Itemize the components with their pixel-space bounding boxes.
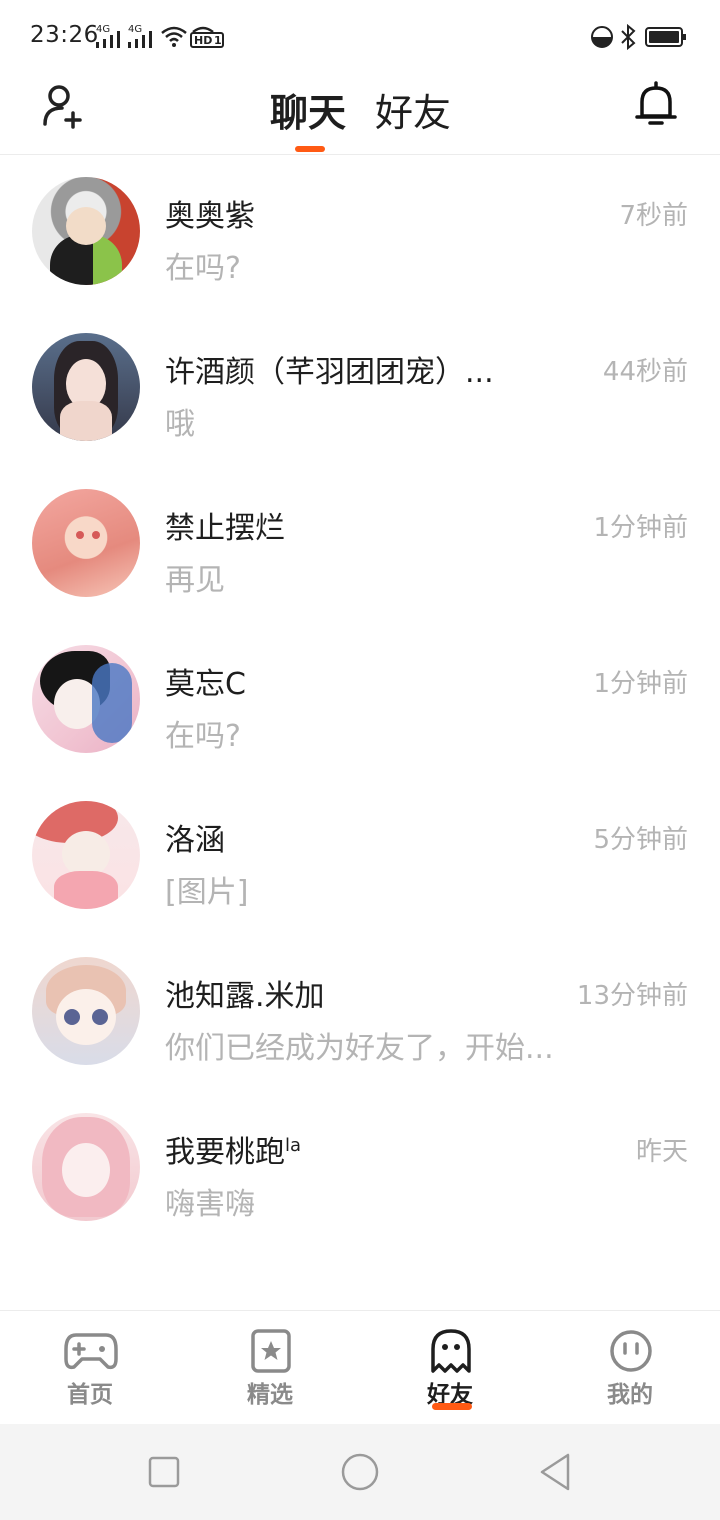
chat-preview: 嗨害嗨	[165, 1187, 255, 1222]
chat-name: 禁止摆烂	[165, 503, 285, 547]
chat-item[interactable]: 池知露.米加 你们已经成为好友了，开始... 13分钟前	[0, 935, 720, 1091]
chat-name-text: 洛涵	[165, 823, 225, 858]
status-bar: 23:26 4G 4G HD 1	[0, 0, 720, 72]
chat-name: 奥奥紫	[165, 191, 255, 235]
chat-time: 5分钟前	[593, 825, 688, 855]
nav-item-me[interactable]: 我的	[540, 1311, 720, 1424]
ghost-icon	[424, 1329, 478, 1373]
status-right	[590, 23, 690, 51]
avatar[interactable]	[32, 645, 140, 753]
chat-item[interactable]: 我要桃跑la 嗨害嗨 昨天	[0, 1091, 720, 1247]
home-circle-icon[interactable]	[338, 1452, 382, 1492]
wifi-icon	[160, 24, 188, 48]
battery-icon	[645, 27, 686, 47]
face-icon	[604, 1329, 658, 1373]
chat-preview: 再见	[165, 563, 225, 598]
chat-time: 1分钟前	[593, 513, 688, 543]
bottom-nav: 首页 精选 好友 我的	[0, 1310, 720, 1424]
chat-name-text: 禁止摆烂	[165, 511, 285, 546]
chat-preview: 你们已经成为好友了，开始...	[165, 1031, 554, 1066]
chat-item[interactable]: 许酒颜（芊羽团团宠）... 哦 44秒前	[0, 311, 720, 467]
back-triangle-icon[interactable]	[534, 1452, 578, 1492]
chat-time: 1分钟前	[593, 669, 688, 699]
data-saver-icon	[591, 26, 613, 48]
active-tab-indicator	[295, 146, 325, 152]
avatar[interactable]	[32, 333, 140, 441]
chat-name: 我要桃跑la	[165, 1127, 301, 1171]
chat-name-text: 奥奥紫	[165, 199, 255, 234]
nav-item-friends[interactable]: 好友	[360, 1311, 540, 1424]
chat-name: 许酒颜（芊羽团团宠）...	[165, 347, 494, 391]
gamepad-icon	[64, 1329, 118, 1373]
hd-icon: HD 1	[190, 24, 224, 48]
chat-name-text: 莫忘C	[165, 667, 246, 702]
hd-label: HD	[194, 34, 213, 47]
recent-apps-icon[interactable]	[142, 1452, 186, 1492]
active-nav-indicator	[432, 1403, 472, 1410]
star-badge-icon	[244, 1329, 298, 1373]
hd-sub: 1	[214, 34, 222, 47]
tab-friends[interactable]: 好友	[375, 82, 451, 137]
nav-item-home[interactable]: 首页	[0, 1311, 180, 1424]
avatar[interactable]	[32, 177, 140, 285]
chat-item[interactable]: 洛涵 [图片] 5分钟前	[0, 779, 720, 935]
chat-name: 池知露.米加	[165, 971, 325, 1015]
nav-item-featured[interactable]: 精选	[180, 1311, 360, 1424]
chat-name-text: 池知露.米加	[165, 979, 325, 1014]
nav-label-me: 我的	[607, 1382, 653, 1408]
chat-time: 13分钟前	[576, 981, 688, 1011]
chat-name-sup: la	[285, 1135, 302, 1156]
chat-name-text: 我要桃跑	[165, 1135, 285, 1170]
avatar[interactable]	[32, 489, 140, 597]
chat-time: 44秒前	[602, 357, 688, 387]
chat-item[interactable]: 莫忘C 在吗? 1分钟前	[0, 623, 720, 779]
nav-label-home: 首页	[67, 1382, 113, 1408]
bell-icon[interactable]	[632, 80, 680, 130]
chat-name: 洛涵	[165, 815, 225, 859]
system-nav-bar	[0, 1424, 720, 1520]
chat-list: 奥奥紫 在吗? 7秒前 许酒颜（芊羽团团宠）... 哦 44秒前 禁止摆烂 再见…	[0, 155, 720, 1247]
chat-preview: 哦	[165, 407, 195, 442]
nav-label-featured: 精选	[247, 1382, 293, 1408]
add-friend-icon[interactable]	[40, 82, 88, 130]
tab-chat[interactable]: 聊天	[270, 82, 346, 137]
avatar[interactable]	[32, 1113, 140, 1221]
chat-name-text: 许酒颜（芊羽团团宠）...	[165, 355, 494, 390]
avatar[interactable]	[32, 957, 140, 1065]
chat-preview: 在吗?	[165, 251, 241, 286]
avatar[interactable]	[32, 801, 140, 909]
chat-time: 7秒前	[619, 201, 688, 231]
chat-item[interactable]: 奥奥紫 在吗? 7秒前	[0, 155, 720, 311]
status-time: 23:26	[30, 22, 99, 48]
bluetooth-icon	[621, 23, 636, 51]
chat-name: 莫忘C	[165, 659, 246, 703]
chat-item[interactable]: 禁止摆烂 再见 1分钟前	[0, 467, 720, 623]
chat-preview: [图片]	[165, 875, 249, 910]
chat-preview: 在吗?	[165, 719, 241, 754]
header: 聊天 好友	[0, 72, 720, 155]
chat-time: 昨天	[635, 1137, 688, 1167]
